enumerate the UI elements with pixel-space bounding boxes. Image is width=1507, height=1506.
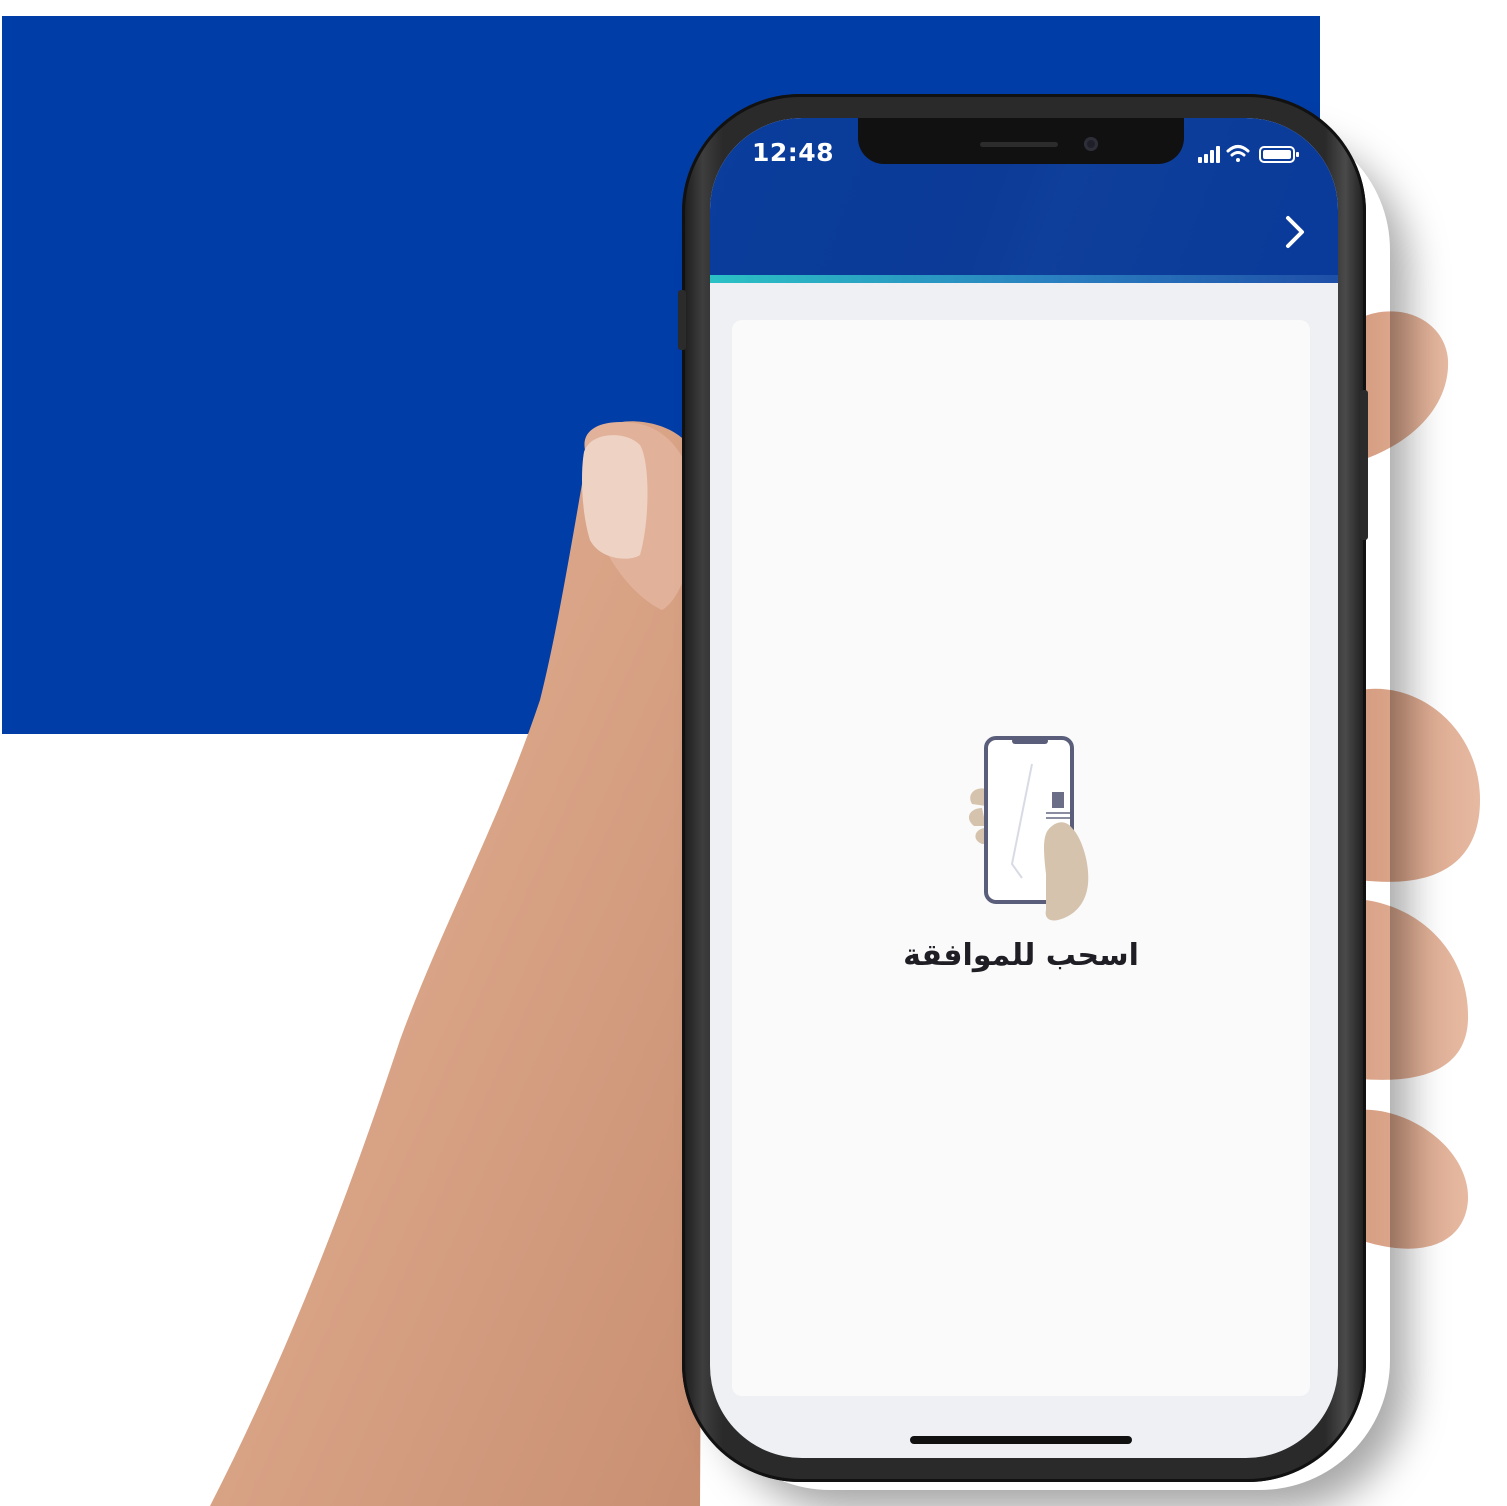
phone-notch	[858, 118, 1184, 164]
app-header: 12:48	[710, 118, 1338, 278]
status-icons	[1198, 145, 1299, 163]
swipe-to-approve-label[interactable]: اسحب للموافقة	[732, 938, 1310, 973]
cellular-signal-icon	[1198, 146, 1220, 163]
front-camera	[1084, 137, 1098, 151]
chevron-right-icon[interactable]	[1278, 210, 1314, 254]
side-button	[1360, 390, 1368, 540]
speaker-grille	[980, 142, 1058, 147]
home-indicator[interactable]	[910, 1436, 1132, 1444]
wifi-icon	[1226, 145, 1250, 162]
battery-icon	[1259, 146, 1299, 163]
phone-screen: 12:48 اسحب للموافقة	[710, 118, 1338, 1458]
swipe-card[interactable]: اسحب للموافقة	[732, 320, 1310, 1396]
marketing-scene: 12:48 اسحب للموافقة	[0, 0, 1507, 1506]
hand-holding-phone-icon	[968, 736, 1089, 921]
header-accent-stripe	[710, 275, 1338, 283]
status-time: 12:48	[752, 138, 835, 167]
volume-button	[678, 290, 686, 350]
